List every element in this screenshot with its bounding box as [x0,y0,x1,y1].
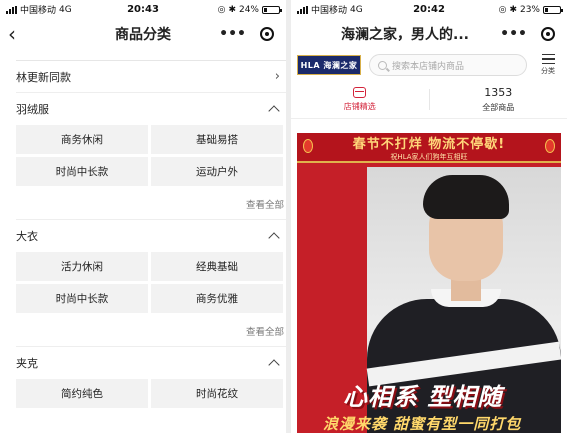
tab-all-goods[interactable]: 1353 全部商品 [430,81,567,118]
battery-icon [262,5,282,14]
carrier-label: 中国移动 [20,6,57,16]
category-button-label: 分类 [541,67,555,75]
back-icon[interactable]: ‹ [8,24,32,44]
chevron-up-icon [268,358,280,371]
see-all-link[interactable]: 查看全部 [16,189,286,219]
battery-percent: 24% [238,4,259,15]
goods-count: 1353 [484,86,513,99]
shop-icon [353,87,367,98]
search-input[interactable]: 搜索本店铺内商品 [369,54,527,76]
chevron-up-icon [268,231,280,244]
subcategory-item[interactable]: 经典基础 [151,252,283,281]
category-list: 林更新同款 › 羽绒服 商务休闲 基础易搭 时尚中长款 运动户外 查看全部 大衣… [16,60,286,411]
brand-logo[interactable]: HLA 海澜之家 [297,55,361,75]
subcategory-item[interactable]: 时尚花纹 [151,379,283,408]
more-menu-icon[interactable]: ••• [500,26,527,42]
tab-label: 店铺精选 [343,102,376,111]
more-menu-icon[interactable]: ••• [219,26,246,42]
list-icon [541,54,555,64]
subcategory-item[interactable]: 简约纯色 [16,379,148,408]
location-icon: ◎ [498,4,507,15]
tab-featured[interactable]: 店铺精选 [291,81,429,118]
search-icon [378,60,387,70]
tab-label: 全部商品 [482,103,515,112]
banner-subline: 祝HLA家人们狗年互相旺 [390,152,468,161]
status-bar: 中国移动 4G 20:42 ◎ ✱ 23% [291,0,567,19]
store-tabs: 店铺精选 1353 全部商品 [291,81,567,119]
subcategory-item[interactable]: 活力休闲 [16,252,148,281]
banner-headline-strip: 春节不打烊 物流不停歇! 祝HLA家人们狗年互相旺 [297,133,561,163]
category-label: 羽绒服 [16,102,49,116]
category-label: 林更新同款 [16,70,71,84]
subcategory-grid: 商务休闲 基础易搭 时尚中长款 运动户外 [16,124,286,186]
category-screen: 中国移动 4G 20:43 ◎ ✱ 24% ‹ 商品分类 ••• 林更新同款 ›… [0,0,286,433]
category-button[interactable]: 分类 [535,54,561,76]
lantern-icon [545,139,555,153]
subcategory-item[interactable]: 时尚中长款 [16,157,148,186]
lantern-icon [303,139,313,153]
chevron-right-icon: › [274,69,280,84]
promo-banner[interactable]: 春节不打烊 物流不停歇! 祝HLA家人们狗年互相旺 心相系 型相随 浪漫来袭 甜… [297,133,561,433]
nav-bar: ‹ 商品分类 ••• [0,19,286,49]
close-target-icon[interactable] [260,27,274,41]
category-row-down[interactable]: 羽绒服 [16,92,286,124]
banner-headline: 春节不打烊 物流不停歇! [352,136,506,152]
page-title: 海澜之家，男人的... [341,27,469,43]
signal-icon [6,5,17,14]
subcategory-item[interactable]: 时尚中长款 [16,284,148,313]
banner-slogan: 心相系 型相随 [343,383,503,411]
subcategory-grid: 活力休闲 经典基础 时尚中长款 商务优雅 [16,251,286,313]
subcategory-item[interactable]: 运动户外 [151,157,283,186]
category-row-coat[interactable]: 大衣 [16,219,286,251]
subcategory-item[interactable]: 基础易搭 [151,125,283,154]
location-icon: ◎ [217,4,226,15]
search-placeholder: 搜索本店铺内商品 [392,61,465,72]
signal-icon [297,5,308,14]
store-header: HLA 海澜之家 搜索本店铺内商品 分类 [291,49,567,81]
subcategory-grid: 简约纯色 时尚花纹 [16,378,286,408]
category-label: 大衣 [16,229,38,243]
mini-program-capsule: ••• [500,26,559,42]
battery-percent: 23% [519,4,540,15]
category-row-new-arrivals[interactable]: 林更新同款 › [16,60,286,92]
store-screen: 中国移动 4G 20:42 ◎ ✱ 23% 海澜之家，男人的... ••• HL… [291,0,567,433]
nav-bar: 海澜之家，男人的... ••• [291,19,567,49]
carrier-label: 中国移动 [311,6,348,16]
category-row-jacket[interactable]: 夹克 [16,346,286,378]
chevron-up-icon [268,104,280,117]
category-label: 夹克 [16,356,38,370]
subcategory-item[interactable]: 商务优雅 [151,284,283,313]
banner-tagline: 浪漫来袭 甜蜜有型一同打包 [323,415,522,433]
mini-program-capsule: ••• [219,26,278,42]
battery-icon [543,5,563,14]
bluetooth-icon: ✱ [228,4,236,15]
network-label: 4G [350,4,363,15]
network-label: 4G [59,4,72,15]
bluetooth-icon: ✱ [509,4,517,15]
subcategory-item[interactable]: 商务休闲 [16,125,148,154]
see-all-link[interactable]: 查看全部 [16,316,286,346]
status-bar: 中国移动 4G 20:43 ◎ ✱ 24% [0,0,286,19]
close-target-icon[interactable] [541,27,555,41]
